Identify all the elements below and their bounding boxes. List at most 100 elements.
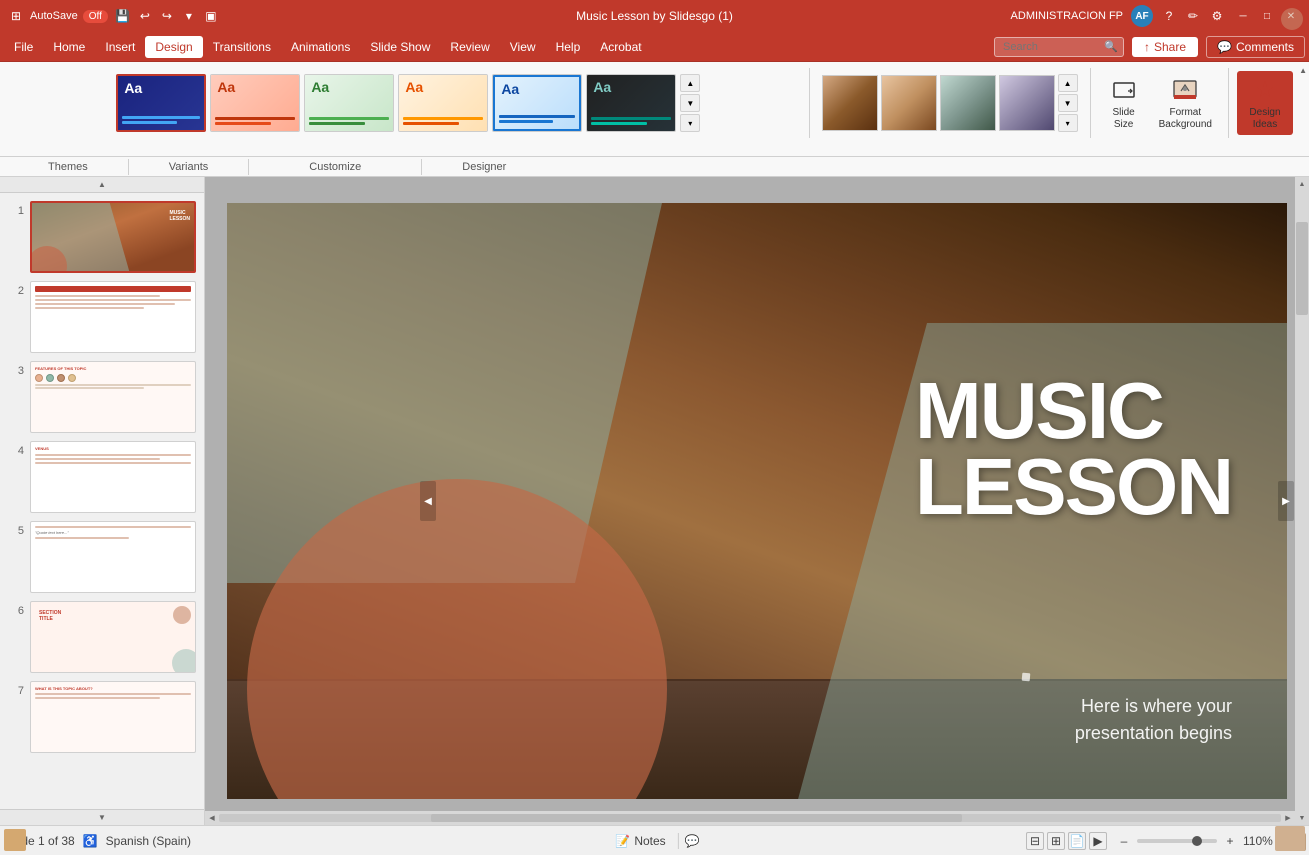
theme-item-3[interactable]: Aa xyxy=(304,74,394,132)
s4-line2 xyxy=(35,458,160,460)
variant-2[interactable] xyxy=(881,75,937,131)
theme-item-1[interactable]: Aa xyxy=(116,74,206,132)
s7-line1 xyxy=(35,693,191,695)
feedback-icon[interactable]: ✏ xyxy=(1185,8,1201,24)
ribbon: Aa Aa xyxy=(0,62,1309,177)
variants-scroll-down[interactable]: ▼ xyxy=(1058,94,1078,112)
s2-header xyxy=(35,286,191,292)
menu-file[interactable]: File xyxy=(4,36,43,58)
slide-sorter-button[interactable]: ⊞ xyxy=(1047,832,1065,850)
themes-scroll-more[interactable]: ▾ xyxy=(680,114,700,132)
settings-icon[interactable]: ⚙ xyxy=(1209,8,1225,24)
minimize-button[interactable]: ─ xyxy=(1233,6,1253,26)
slide-preview-1[interactable]: MUSICLESSON xyxy=(30,201,196,273)
comments-status-button[interactable]: 💬 xyxy=(685,834,700,848)
designer-section: DesignIdeas xyxy=(1229,68,1301,138)
slides-panel: ▲ 1 MUSICLESSON 2 xyxy=(0,177,205,825)
slide-preview-4[interactable]: VENUS xyxy=(30,441,196,513)
menu-review[interactable]: Review xyxy=(440,36,499,58)
menu-slideshow[interactable]: Slide Show xyxy=(360,36,440,58)
undo-button[interactable]: ↩ xyxy=(137,8,153,24)
slide-thumb-4[interactable]: 4 VENUS xyxy=(8,441,196,513)
designer-footer-label: Designer xyxy=(422,159,546,175)
themes-section: Aa Aa xyxy=(8,68,810,138)
s6-title: SECTIONTITLE xyxy=(39,610,61,622)
themes-scroll-up[interactable]: ▲ xyxy=(680,74,700,92)
menu-home[interactable]: Home xyxy=(43,36,95,58)
menu-design[interactable]: Design xyxy=(145,36,202,58)
zoom-in-button[interactable]: + xyxy=(1221,832,1239,850)
slides-scroll-down[interactable]: ▼ xyxy=(0,809,204,825)
variant-3[interactable] xyxy=(940,75,996,131)
canvas-h-scrollbar: ◀ ▶ xyxy=(205,811,1295,825)
variants-scroll-more[interactable]: ▾ xyxy=(1058,114,1078,132)
v-scroll-down[interactable]: ▼ xyxy=(1295,811,1309,825)
v-scroll-thumb[interactable] xyxy=(1296,222,1308,315)
variant-1[interactable] xyxy=(822,75,878,131)
more-tools-button[interactable]: ▾ xyxy=(181,8,197,24)
menu-animations[interactable]: Animations xyxy=(281,36,360,58)
reading-view-button[interactable]: 📄 xyxy=(1068,832,1086,850)
accessibility-icon[interactable]: ♿ xyxy=(83,834,98,848)
autosave-toggle[interactable]: Off xyxy=(82,9,109,24)
menu-view[interactable]: View xyxy=(500,36,546,58)
slide-thumb-3[interactable]: 3 FEATURES OF THIS TOPIC xyxy=(8,361,196,433)
slide-preview-5[interactable]: "Quote text here..." xyxy=(30,521,196,593)
slide-title-music[interactable]: MUSIC LESSON xyxy=(915,373,1232,525)
design-ideas-button[interactable]: DesignIdeas xyxy=(1237,71,1293,135)
s7-title: WHAT IS THIS TOPIC ABOUT? xyxy=(35,686,191,691)
format-background-button[interactable]: FormatBackground xyxy=(1151,71,1220,135)
prev-slide-button[interactable]: ◀ xyxy=(420,481,436,521)
zoom-slider[interactable] xyxy=(1137,839,1217,843)
theme-item-5[interactable]: Aa xyxy=(492,74,582,132)
slide-canvas[interactable]: MUSIC LESSON Here is where yourpresentat… xyxy=(227,203,1287,799)
variant-4[interactable] xyxy=(999,75,1055,131)
help-icon[interactable]: ? xyxy=(1161,8,1177,24)
slide-preview-3[interactable]: FEATURES OF THIS TOPIC xyxy=(30,361,196,433)
slide-thumb-7[interactable]: 7 WHAT IS THIS TOPIC ABOUT? xyxy=(8,681,196,753)
status-center: 📝 Notes 💬 xyxy=(609,832,699,850)
s5-quote: "Quote text here..." xyxy=(35,530,191,535)
theme-item-6[interactable]: Aa xyxy=(586,74,676,132)
ribbon-collapse[interactable]: ▲ xyxy=(1299,66,1307,75)
status-bar: Slide 1 of 38 ♿ Spanish (Spain) 📝 Notes … xyxy=(0,825,1309,855)
s2-line1 xyxy=(35,295,160,297)
menu-help[interactable]: Help xyxy=(546,36,591,58)
slide-preview-7[interactable]: WHAT IS THIS TOPIC ABOUT? xyxy=(30,681,196,753)
v-scroll-track xyxy=(1295,191,1309,811)
slide-subtitle[interactable]: Here is where yourpresentation begins xyxy=(1075,693,1232,747)
h-scroll-left[interactable]: ◀ xyxy=(205,811,219,825)
next-slide-button[interactable]: ▶ xyxy=(1278,481,1294,521)
menu-insert[interactable]: Insert xyxy=(95,36,145,58)
slide-preview-6[interactable]: SECTIONTITLE xyxy=(30,601,196,673)
user-avatar[interactable]: AF xyxy=(1131,5,1153,27)
themes-scroll-down[interactable]: ▼ xyxy=(680,94,700,112)
slides-scroll-up[interactable]: ▲ xyxy=(0,177,204,193)
slide-size-label: SlideSize xyxy=(1113,107,1135,131)
restore-button[interactable]: □ xyxy=(1257,6,1277,26)
menu-acrobat[interactable]: Acrobat xyxy=(590,36,651,58)
notes-button[interactable]: 📝 Notes xyxy=(609,832,671,850)
v-scroll-up[interactable]: ▲ xyxy=(1295,177,1309,191)
format-bg-icon xyxy=(1169,75,1201,107)
slide-thumb-5[interactable]: 5 "Quote text here..." xyxy=(8,521,196,593)
share-button[interactable]: ↑ Share xyxy=(1132,37,1198,57)
slide-thumb-2[interactable]: 2 xyxy=(8,281,196,353)
redo-button[interactable]: ↪ xyxy=(159,8,175,24)
save-button[interactable]: 💾 xyxy=(115,8,131,24)
h-scroll-thumb[interactable] xyxy=(431,814,962,822)
h-scroll-right[interactable]: ▶ xyxy=(1281,811,1295,825)
theme-item-2[interactable]: Aa xyxy=(210,74,300,132)
slideshow-button[interactable]: ▶ xyxy=(1089,832,1107,850)
comments-button[interactable]: 💬 Comments xyxy=(1206,36,1305,58)
s5-line1 xyxy=(35,526,191,528)
theme-item-4[interactable]: Aa xyxy=(398,74,488,132)
variants-scroll-up[interactable]: ▲ xyxy=(1058,74,1078,92)
slide-thumb-6[interactable]: 6 SECTIONTITLE xyxy=(8,601,196,673)
normal-view-button[interactable]: ⊟ xyxy=(1026,832,1044,850)
slide-size-button[interactable]: SlideSize xyxy=(1099,71,1149,135)
menu-transitions[interactable]: Transitions xyxy=(203,36,281,58)
slide-preview-2[interactable] xyxy=(30,281,196,353)
zoom-out-button[interactable]: – xyxy=(1115,832,1133,850)
slide-thumb-1[interactable]: 1 MUSICLESSON xyxy=(8,201,196,273)
